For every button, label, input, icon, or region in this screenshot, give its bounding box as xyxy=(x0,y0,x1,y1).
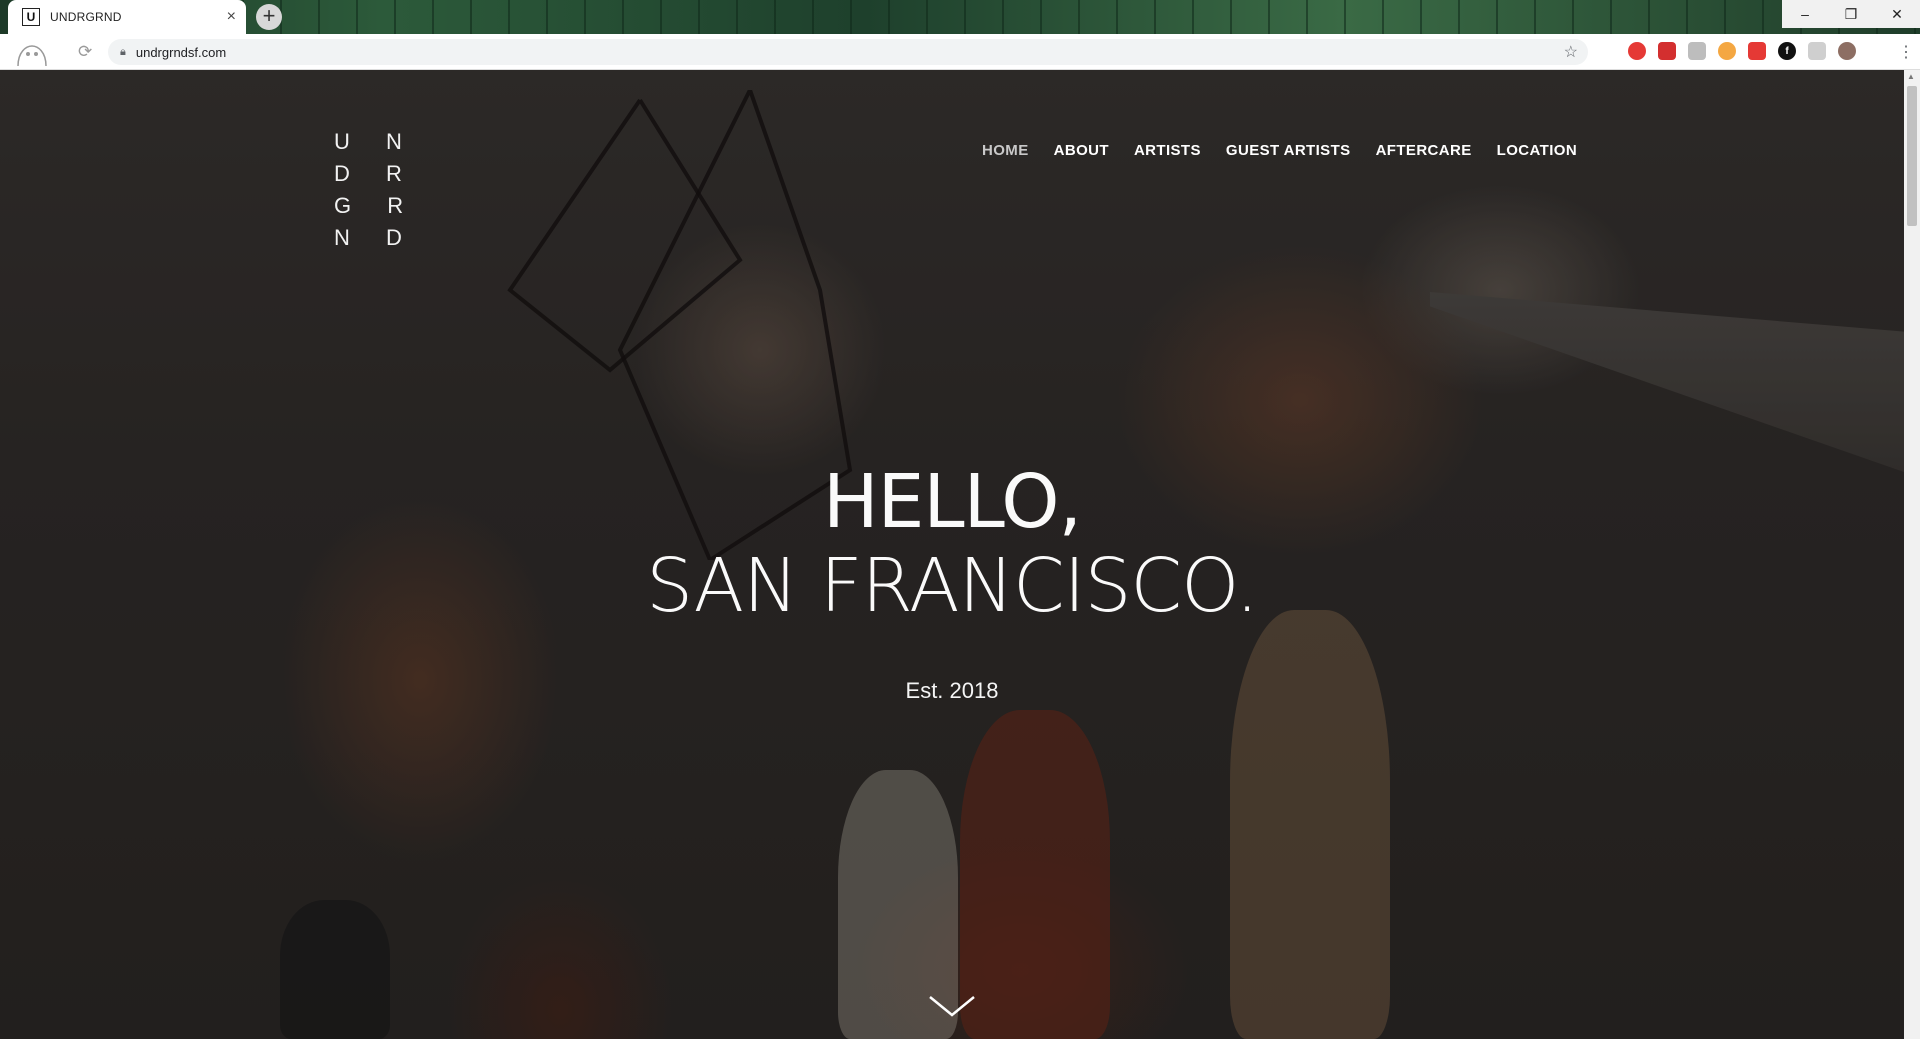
established-text: Est. 2018 xyxy=(905,678,999,703)
reload-icon[interactable]: ⟳ xyxy=(78,42,92,62)
extension-icon[interactable] xyxy=(1688,42,1706,60)
extension-icon[interactable] xyxy=(1628,42,1646,60)
logo-line-2: G R N D xyxy=(334,193,419,250)
browser-toolbar: ⟳ 🔒︎ undrgrndsf.com ☆ f ⋮ xyxy=(0,34,1920,70)
extension-icon[interactable] xyxy=(1718,42,1736,60)
browser-tab[interactable]: U UNDRGRND × xyxy=(8,0,246,34)
nav-about[interactable]: ABOUT xyxy=(1054,142,1109,159)
address-bar[interactable]: 🔒︎ undrgrndsf.com ☆ xyxy=(108,39,1588,65)
bookmark-star-icon[interactable]: ☆ xyxy=(1564,42,1578,62)
scrollbar-thumb[interactable] xyxy=(1907,86,1917,226)
site-logo[interactable]: U N D R G R N D xyxy=(334,126,454,254)
tab-close-icon[interactable]: × xyxy=(227,9,236,25)
scroll-up-arrow-icon[interactable]: ▲ xyxy=(1907,72,1915,81)
browser-tabstrip: U UNDRGRND × + – ❐ ✕ xyxy=(0,0,1920,34)
extension-icon[interactable]: f xyxy=(1778,42,1796,60)
avatar-icon[interactable] xyxy=(12,42,52,73)
profile-avatar[interactable] xyxy=(1838,42,1856,60)
minimize-button[interactable]: – xyxy=(1782,0,1828,28)
new-tab-button[interactable]: + xyxy=(256,4,282,30)
extensions-bar: f xyxy=(1628,42,1856,60)
puzzle-icon[interactable] xyxy=(1808,42,1826,60)
nav-guest-artists[interactable]: GUEST ARTISTS xyxy=(1226,142,1351,159)
close-window-button[interactable]: ✕ xyxy=(1874,0,1920,28)
nav-artists[interactable]: ARTISTS xyxy=(1134,142,1201,159)
logo-line-1: U N D R xyxy=(334,129,417,186)
tab-title: UNDRGRND xyxy=(50,10,122,24)
nav-location[interactable]: LOCATION xyxy=(1497,142,1577,159)
hero-section: U N D R G R N D HOME ABOUT ARTISTS GUEST… xyxy=(0,70,1904,1039)
nav-aftercare[interactable]: AFTERCARE xyxy=(1376,142,1472,159)
restore-button[interactable]: ❐ xyxy=(1828,0,1874,28)
main-nav: HOME ABOUT ARTISTS GUEST ARTISTS AFTERCA… xyxy=(982,142,1602,159)
extension-icon[interactable] xyxy=(1658,42,1676,60)
extension-icon[interactable] xyxy=(1748,42,1766,60)
hero-line-1: HELLO, xyxy=(823,459,1082,545)
hero-heading: HELLO, SAN FRANCISCO. xyxy=(0,460,1904,628)
nav-home[interactable]: HOME xyxy=(982,142,1029,159)
browser-menu-icon[interactable]: ⋮ xyxy=(1898,42,1914,62)
lock-icon: 🔒︎ xyxy=(120,45,126,58)
hero-line-2: SAN FRANCISCO. xyxy=(646,543,1259,629)
scroll-down-chevron-icon[interactable] xyxy=(928,995,976,1019)
site-favicon-icon: U xyxy=(22,8,40,26)
url-text: undrgrndsf.com xyxy=(135,44,227,60)
window-controls: – ❐ ✕ xyxy=(1782,0,1920,28)
